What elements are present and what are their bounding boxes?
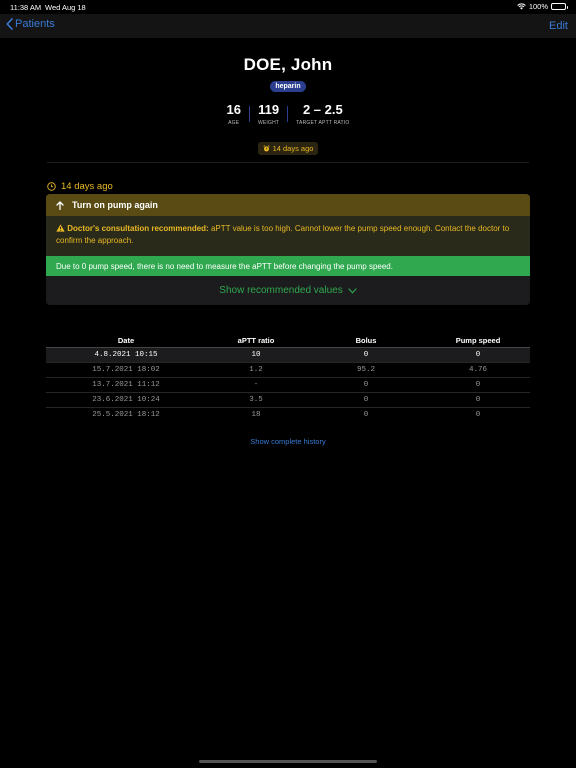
column-header-pump-speed: Pump speed (455, 336, 501, 346)
stat-age: 16 AGE (219, 102, 249, 126)
stat-age-label: AGE (228, 120, 240, 126)
entry-time-text: 14 days ago (61, 181, 113, 192)
cell-aptt: 10 (206, 346, 306, 362)
status-right: 100% (517, 2, 568, 11)
table-row[interactable]: 4.8.2021 10:15 10 0 0 (46, 346, 530, 362)
show-recommended-values-label: Show recommended values (219, 285, 343, 296)
section-divider (47, 162, 529, 163)
column-header-bolus: Bolus (355, 336, 377, 346)
cell-pump-speed: 0 (426, 391, 530, 407)
back-label: Patients (15, 18, 55, 30)
wifi-icon (517, 3, 526, 10)
table-row[interactable]: 13.7.2021 11:12 - 0 0 (46, 376, 530, 392)
cell-aptt: 3.5 (206, 391, 306, 407)
column-header-aptt: aPTT ratio (237, 336, 275, 346)
battery-percent: 100% (528, 2, 548, 11)
entry-timestamp: 14 days ago (47, 181, 113, 192)
table-header-row: Date aPTT ratio Bolus Pump speed (46, 335, 530, 347)
recommendation-card: Turn on pump again Doctor's consultation… (46, 194, 530, 305)
cell-date: 4.8.2021 10:15 (46, 346, 206, 362)
stat-weight-label: WEIGHT (257, 120, 280, 126)
last-update-text: 14 days ago (272, 144, 314, 153)
cell-pump-speed: 4.76 (426, 361, 530, 377)
recommendation-header: Turn on pump again (46, 194, 530, 216)
chevron-down-icon (348, 287, 357, 294)
home-indicator[interactable] (199, 760, 377, 763)
patient-name: DOE, John (243, 55, 333, 74)
info-message: Due to 0 pump speed, there is no need to… (46, 256, 530, 276)
warning-icon (56, 224, 65, 232)
table-row[interactable]: 23.6.2021 10:24 3.5 0 0 (46, 391, 530, 407)
edit-button[interactable]: Edit (549, 20, 568, 32)
column-header-date: Date (117, 336, 135, 346)
last-update-badge: 14 days ago (257, 142, 319, 155)
cell-pump-speed: 0 (426, 406, 530, 422)
show-recommended-values-button[interactable]: Show recommended values (46, 276, 530, 305)
cell-pump-speed: 0 (426, 346, 530, 362)
history-table-wrap: Date aPTT ratio Bolus Pump speed 4.8.202… (46, 335, 530, 422)
show-complete-history-link[interactable]: Show complete history (0, 437, 576, 446)
cell-bolus: 0 (306, 346, 426, 362)
cell-bolus: 0 (306, 406, 426, 422)
cell-pump-speed: 0 (426, 376, 530, 392)
table-row[interactable]: 15.7.2021 18:02 1.2 95.2 4.76 (46, 361, 530, 377)
stat-weight-value: 119 (258, 102, 280, 117)
stat-target-aptt-value: 2 – 2.5 (302, 102, 343, 117)
stat-weight: 119 WEIGHT (250, 102, 287, 126)
alarm-clock-icon (262, 145, 270, 152)
history-table: Date aPTT ratio Bolus Pump speed 4.8.202… (46, 335, 530, 422)
stat-age-value: 16 (226, 102, 241, 117)
navigation-bar: Patients Edit (0, 14, 576, 38)
cell-aptt: - (206, 376, 306, 392)
arrow-up-icon (56, 200, 64, 210)
drug-badge: heparin (270, 81, 306, 92)
cell-date: 15.7.2021 18:02 (46, 361, 206, 377)
cell-bolus: 0 (306, 391, 426, 407)
recommendation-title: Turn on pump again (72, 200, 158, 210)
cell-aptt: 18 (206, 406, 306, 422)
table-row[interactable]: 25.5.2021 18:12 18 0 0 (46, 406, 530, 422)
back-button[interactable]: Patients (6, 18, 55, 30)
cell-aptt: 1.2 (206, 361, 306, 377)
warning-message: Doctor's consultation recommended: aPTT … (46, 216, 530, 256)
stat-target-aptt-label: TARGET APTT RATIO (296, 120, 350, 126)
cell-date: 23.6.2021 10:24 (46, 391, 206, 407)
clock-icon (47, 182, 56, 191)
warning-title: Doctor's consultation recommended: (67, 224, 209, 233)
cell-date: 13.7.2021 11:12 (46, 376, 206, 392)
patient-stats: 16 AGE 119 WEIGHT 2 – 2.5 TARGET APTT RA… (0, 102, 576, 126)
cell-bolus: 0 (306, 376, 426, 392)
stat-target-aptt: 2 – 2.5 TARGET APTT RATIO (288, 102, 357, 126)
chevron-left-icon (6, 18, 13, 30)
cell-date: 25.5.2021 18:12 (46, 406, 206, 422)
cell-bolus: 95.2 (306, 361, 426, 377)
status-time: 11:38 AM (10, 3, 42, 12)
last-update-badge-wrap: 14 days ago (0, 139, 576, 157)
battery-icon (551, 3, 568, 10)
status-date: Wed Aug 18 (45, 3, 86, 12)
patient-header: DOE, John heparin (0, 55, 576, 93)
status-bar: 11:38 AM Wed Aug 18 100% (0, 0, 576, 14)
